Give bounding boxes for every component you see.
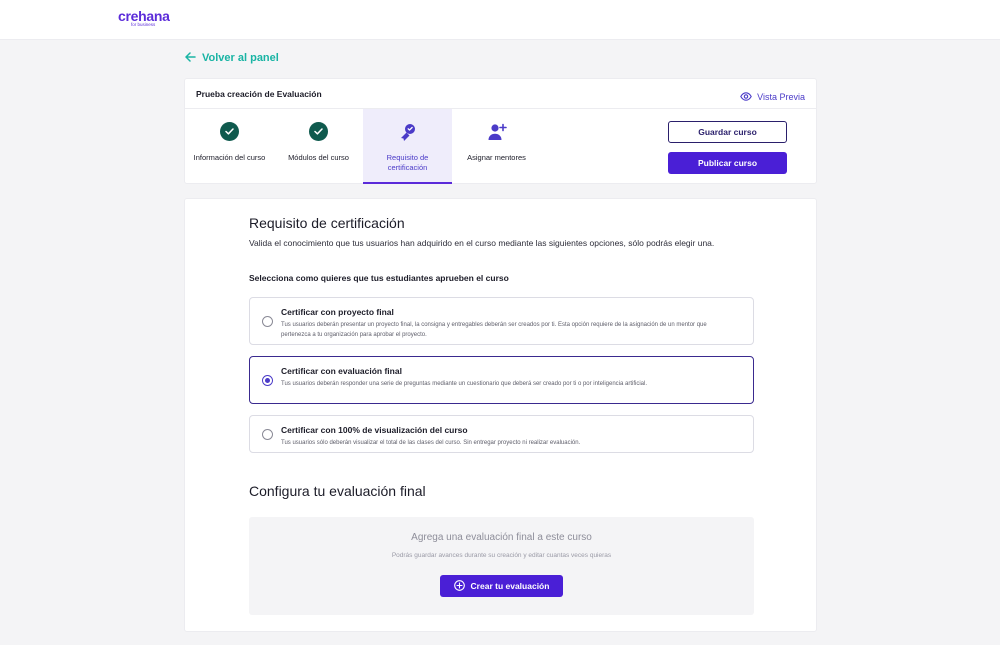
check-circle-icon [308,122,328,141]
step-certification-requirement[interactable]: Requisito de certificación [363,109,452,184]
evaluation-empty-state: Agrega una evaluación final a este curso… [249,517,754,615]
certification-title: Requisito de certificación [249,215,405,231]
option-title: Certificar con evaluación final [281,366,402,376]
option-final-evaluation[interactable]: Certificar con evaluación final Tus usua… [249,356,754,404]
step-label: Asignar mentores [467,153,526,162]
preview-label: Vista Previa [757,92,805,102]
option-description: Tus usuarios deberán presentar un proyec… [281,322,707,338]
top-bar: crehana for business [0,0,1000,40]
check-circle-icon [219,122,239,141]
save-course-button[interactable]: Guardar curso [668,121,787,143]
option-full-viewing[interactable]: Certificar con 100% de visualización del… [249,415,754,453]
arrow-left-icon [185,51,196,64]
step-label: Información del curso [193,153,266,162]
select-method-label: Selecciona como quieres que tus estudian… [249,273,509,283]
step-label: Módulos del curso [288,153,349,162]
course-header-card: Prueba creación de Evaluación Vista Prev… [184,78,817,184]
evaluation-title: Configura tu evaluación final [249,483,426,499]
course-title: Prueba creación de Evaluación [196,89,322,99]
radio-button[interactable] [262,375,273,386]
crehana-logo[interactable]: crehana for business [118,9,170,28]
option-final-project[interactable]: Certificar con proyecto final Tus usuari… [249,297,754,345]
option-title: Certificar con 100% de visualización del… [281,425,468,435]
step-course-info[interactable]: Información del curso [185,109,274,184]
certificate-ribbon-icon [398,122,418,142]
certification-description: Valida el conocimiento que tus usuarios … [249,238,715,248]
eye-icon [740,88,752,106]
back-to-panel-link[interactable]: Volver al panel [185,51,279,64]
preview-link[interactable]: Vista Previa [740,88,805,106]
publish-course-button[interactable]: Publicar curso [668,152,787,174]
radio-button[interactable] [262,316,273,327]
empty-state-title: Agrega una evaluación final a este curso [411,532,592,543]
option-description: Tus usuarios deberán responder una serie… [281,381,647,387]
empty-state-subtitle: Podrás guardar avances durante su creaci… [391,552,612,559]
option-description: Tus usuarios sólo deberán visualizar el … [281,440,581,446]
step-label: Requisito de certificación [386,153,429,172]
option-title: Certificar con proyecto final [281,307,394,317]
radio-button[interactable] [262,429,273,440]
back-link-label: Volver al panel [202,51,279,64]
add-user-icon [487,122,507,142]
create-evaluation-label: Crear tu evaluación [470,581,550,591]
step-course-modules[interactable]: Módulos del curso [274,109,363,184]
logo-wordmark: crehana [118,8,170,24]
create-evaluation-button[interactable]: Crear tu evaluación [440,575,563,597]
step-assign-mentors[interactable]: Asignar mentores [452,109,541,184]
plus-circle-icon [453,579,465,594]
certification-card: Requisito de certificación Valida el con… [184,198,817,632]
